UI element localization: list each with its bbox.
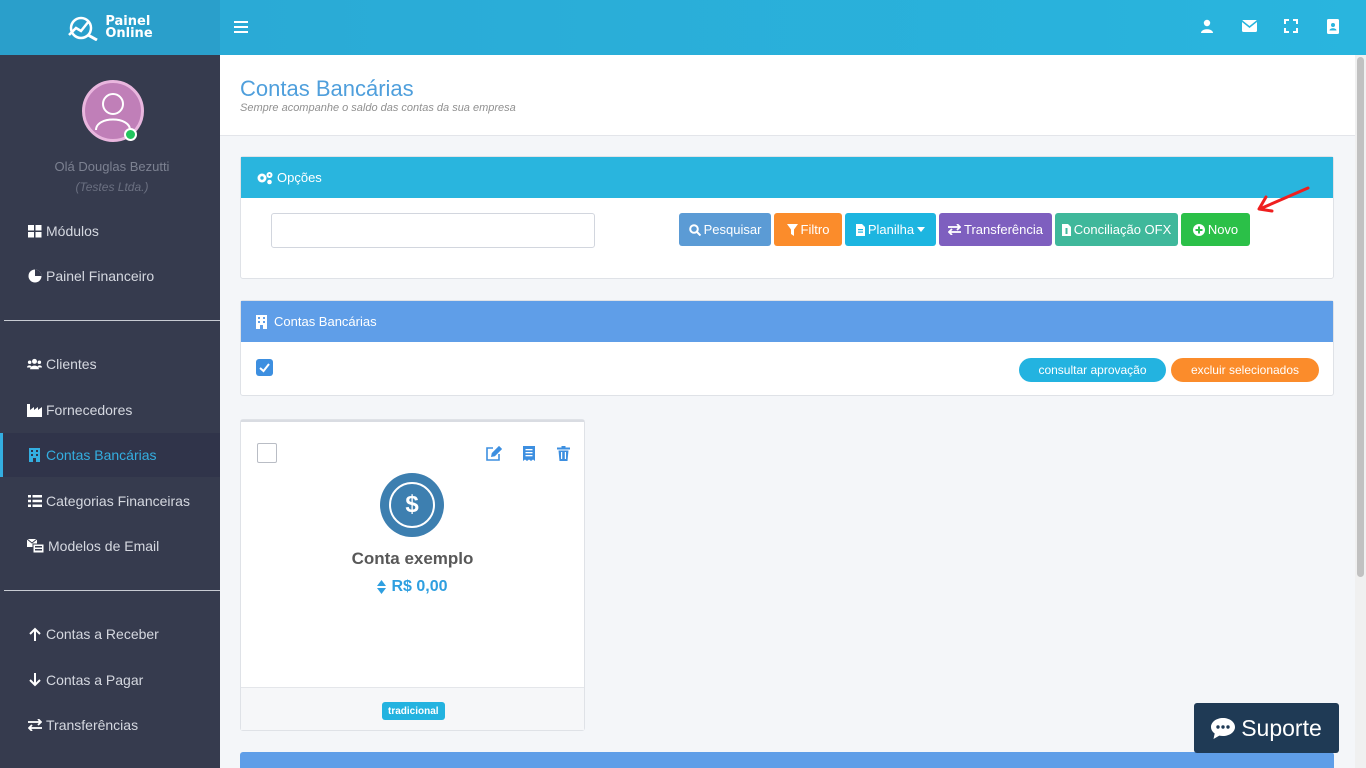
building-icon (27, 448, 42, 463)
user-silhouette-icon (95, 93, 131, 131)
grid-icon (27, 224, 42, 239)
sidebar-divider (4, 320, 220, 321)
consult-approval-button[interactable]: consultar aprovação (1019, 358, 1166, 382)
sidebar-item-label: Contas Bancárias (46, 447, 157, 463)
sidebar-item-label: Contas a Pagar (46, 672, 144, 688)
page-subtitle: Sempre acompanhe o saldo das contas da s… (240, 102, 516, 114)
trash-icon[interactable] (555, 445, 571, 461)
account-balance: R$ 0,00 (391, 578, 448, 595)
sidebar-item-clientes[interactable]: Clientes (0, 342, 220, 386)
sort-icon (377, 580, 387, 594)
options-panel: Opções Pesquisar Filtro Planilha Transfe… (240, 156, 1334, 279)
new-account-button[interactable]: Novo (1181, 213, 1250, 246)
sidebar-item-label: Clientes (46, 356, 97, 372)
list-icon (27, 494, 42, 509)
building-icon (256, 314, 270, 329)
exchange-icon (27, 718, 42, 733)
sidebar-item-contas-bancarias[interactable]: Contas Bancárias (0, 433, 220, 477)
filter-button[interactable]: Filtro (774, 213, 842, 246)
sidebar-item-painel-financeiro[interactable]: Painel Financeiro (0, 254, 220, 298)
account-card-footer: tradicional (241, 687, 584, 730)
sidebar-divider (4, 590, 220, 591)
sidebar-item-transferencias[interactable]: Transferências (0, 703, 220, 747)
spreadsheet-dropdown-button[interactable]: Planilha (845, 213, 936, 246)
chat-bubble-icon (1211, 717, 1236, 739)
exchange-icon (948, 224, 961, 235)
sidebar-item-label: Contas a Receber (46, 626, 159, 642)
user-icon[interactable] (1198, 17, 1216, 35)
support-button[interactable]: Suporte (1194, 703, 1339, 753)
caret-down-icon (917, 227, 926, 232)
factory-icon (27, 403, 42, 418)
users-icon (27, 357, 42, 372)
accounts-panel: Contas Bancárias consultar aprovação exc… (240, 300, 1334, 396)
accounts-panel-header: Contas Bancárias (241, 301, 1333, 342)
search-icon (688, 223, 701, 236)
sidebar-item-fornecedores[interactable]: Fornecedores (0, 388, 220, 432)
sidebar-item-categorias-financeiras[interactable]: Categorias Financeiras (0, 479, 220, 523)
edit-icon[interactable] (486, 445, 502, 461)
search-input[interactable] (271, 213, 595, 248)
contact-book-icon[interactable] (1324, 17, 1342, 35)
sidebar-item-label: Categorias Financeiras (46, 493, 190, 509)
transfer-button[interactable]: Transferência (939, 213, 1052, 246)
sidebar-item-contas-pagar[interactable]: Contas a Pagar (0, 658, 220, 702)
next-panel-header (240, 752, 1334, 768)
sidebar-item-label: Fornecedores (46, 402, 133, 418)
accounts-panel-title: Contas Bancárias (274, 314, 377, 329)
sidebar-item-contas-receber[interactable]: Contas a Receber (0, 612, 220, 656)
brand-logo[interactable]: Painel Online (0, 0, 220, 55)
menu-toggle-icon[interactable] (234, 18, 248, 36)
page-scrollbar-thumb[interactable] (1357, 57, 1364, 577)
fullscreen-icon[interactable] (1282, 17, 1300, 35)
gears-icon (256, 171, 273, 185)
sidebar-item-modelos-email[interactable]: Modelos de Email (0, 524, 220, 568)
delete-selected-button[interactable]: excluir selecionados (1171, 358, 1319, 382)
sidebar-item-label: Módulos (46, 223, 99, 239)
account-select-checkbox[interactable] (257, 443, 277, 463)
options-panel-title: Opções (277, 170, 322, 185)
envelope-icon[interactable] (1240, 17, 1258, 35)
sidebar-item-label: Modelos de Email (48, 538, 160, 554)
options-panel-header: Opções (241, 157, 1333, 198)
receipt-icon[interactable] (521, 445, 537, 461)
user-greeting: Olá Douglas Bezutti (54, 159, 170, 174)
email-template-icon (27, 539, 44, 554)
ofx-reconciliation-button[interactable]: Conciliação OFX (1055, 213, 1178, 246)
arrow-down-icon (27, 673, 42, 688)
sidebar-item-label: Painel Financeiro (46, 268, 155, 284)
content-header: Contas Bancárias Sempre acompanhe o sald… (220, 55, 1355, 136)
logo-chart-icon (68, 16, 99, 41)
arrow-up-icon (27, 627, 42, 642)
user-company: (Testes Ltda.) (75, 180, 149, 194)
file-icon (855, 223, 865, 236)
page-title: Contas Bancárias (240, 76, 414, 101)
brand-line2: Online (105, 25, 153, 41)
search-button[interactable]: Pesquisar (679, 213, 771, 246)
checkmark-icon (259, 363, 270, 373)
account-type-badge: tradicional (382, 702, 445, 720)
sidebar-item-label: Transferências (46, 717, 139, 733)
account-name: Conta exemplo (351, 549, 474, 568)
pie-chart-icon (27, 269, 42, 284)
sidebar-item-modulos[interactable]: Módulos (0, 209, 220, 253)
top-bar: Painel Online (0, 0, 1366, 55)
red-arrow-annotation-icon (1257, 186, 1310, 213)
plus-circle-icon (1192, 223, 1205, 236)
sidebar: Olá Douglas Bezutti (Testes Ltda.) Módul… (0, 55, 220, 768)
account-card: $ Conta exemplo R$ 0,00 tradicional (240, 419, 585, 731)
filter-icon (786, 223, 798, 236)
dollar-coin-icon: $ (380, 473, 444, 537)
file-document-icon (1061, 223, 1071, 236)
select-all-checkbox[interactable] (256, 359, 273, 376)
online-status-dot (124, 128, 137, 141)
